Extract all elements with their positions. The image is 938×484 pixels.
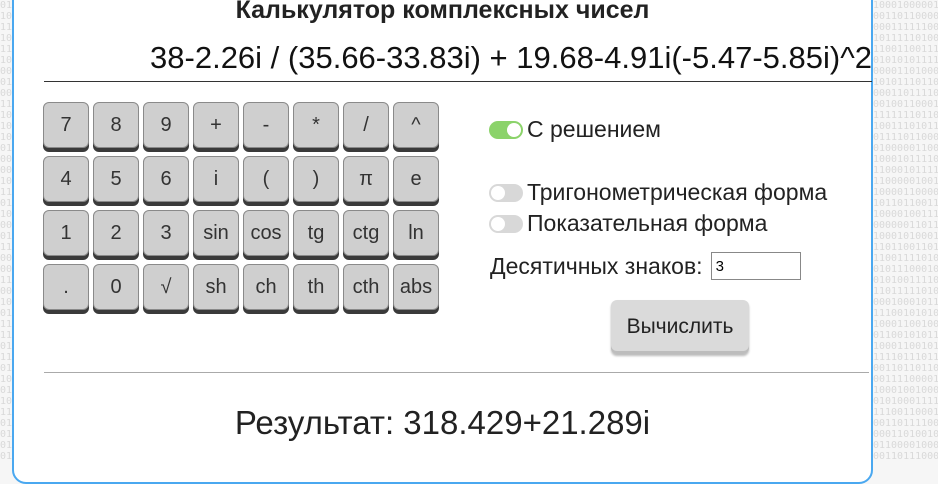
- result-line: Результат: 318.429+21.289i: [14, 404, 871, 442]
- exp-form-option[interactable]: Показательная форма: [489, 210, 767, 237]
- key-0[interactable]: 0: [93, 264, 139, 310]
- key-i[interactable]: i: [193, 156, 239, 202]
- calculator-card: Калькулятор комплексных чисел 38-2.26i /…: [12, 0, 873, 484]
- key-sqrt[interactable]: √: [143, 264, 189, 310]
- expression-field-wrapper: 38-2.26i / (35.66-33.83i) + 19.68-4.91i(…: [44, 36, 872, 82]
- keypad: 7 8 9 + - * / ^ 4 5 6 i() π e 1 2 3 sin cos tg ctg ln. 0 √ sh ch t…: [43, 102, 439, 310]
- key-2[interactable]: 2: [93, 210, 139, 256]
- key-sh[interactable]: sh: [193, 264, 239, 310]
- key-power[interactable]: ^: [393, 102, 439, 148]
- exp-form-toggle[interactable]: [489, 214, 523, 233]
- key-pi[interactable]: π: [343, 156, 389, 202]
- key-ln[interactable]: ln: [393, 210, 439, 256]
- key-close-paren[interactable]: ): [293, 156, 339, 202]
- divider: [44, 372, 869, 373]
- key-plus[interactable]: +: [193, 102, 239, 148]
- key-ctg[interactable]: ctg: [343, 210, 389, 256]
- key-divide[interactable]: /: [343, 102, 389, 148]
- toggle-knob: [507, 122, 521, 137]
- key-e[interactable]: e: [393, 156, 439, 202]
- key-ch[interactable]: ch: [243, 264, 289, 310]
- toggle-knob: [491, 185, 505, 200]
- key-cth[interactable]: cth: [343, 264, 389, 310]
- key-sin[interactable]: sin: [193, 210, 239, 256]
- result-value: 318.429+21.289i: [403, 404, 651, 441]
- key-tg[interactable]: tg: [293, 210, 339, 256]
- calculate-button[interactable]: Вычислить: [611, 300, 749, 354]
- key-minus[interactable]: -: [243, 102, 289, 148]
- key-3[interactable]: 3: [143, 210, 189, 256]
- trig-form-label: Тригонометрическая форма: [527, 179, 828, 205]
- key-1[interactable]: 1: [43, 210, 89, 256]
- with-solution-toggle[interactable]: [489, 120, 523, 139]
- result-label: Результат:: [234, 404, 395, 441]
- decimals-input[interactable]: [710, 252, 801, 280]
- expression-input[interactable]: 38-2.26i / (35.66-33.83i) + 19.68-4.91i(…: [150, 40, 872, 76]
- decimals-label: Десятичных знаков:: [490, 252, 703, 279]
- key-6[interactable]: 6: [143, 156, 189, 202]
- trig-form-option[interactable]: Тригонометрическая форма: [489, 179, 827, 206]
- toggle-knob: [491, 216, 505, 231]
- key-cos[interactable]: cos: [243, 210, 289, 256]
- decimals-setting: Десятичных знаков:: [490, 252, 801, 280]
- key-multiply[interactable]: *: [293, 102, 339, 148]
- key-7[interactable]: 7: [43, 102, 89, 148]
- exp-form-label: Показательная форма: [527, 210, 768, 236]
- key-5[interactable]: 5: [93, 156, 139, 202]
- trig-form-toggle[interactable]: [489, 183, 523, 202]
- key-open-paren[interactable]: (: [243, 156, 289, 202]
- key-8[interactable]: 8: [93, 102, 139, 148]
- key-9[interactable]: 9: [143, 102, 189, 148]
- key-abs[interactable]: abs: [393, 264, 439, 310]
- page-title: Калькулятор комплексных чисел: [235, 0, 650, 24]
- with-solution-option[interactable]: С решением: [489, 116, 661, 143]
- key-4[interactable]: 4: [43, 156, 89, 202]
- key-th[interactable]: th: [293, 264, 339, 310]
- key-decimal-point[interactable]: .: [43, 264, 89, 310]
- with-solution-label: С решением: [527, 116, 661, 142]
